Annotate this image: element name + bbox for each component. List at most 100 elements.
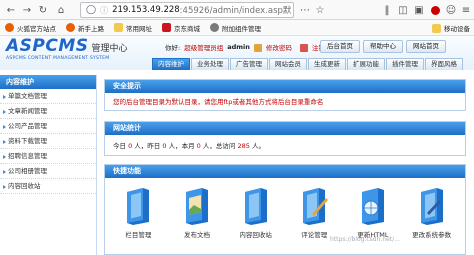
- sidebar-item-products[interactable]: 公司产品管理: [0, 119, 96, 134]
- page-actions-icon[interactable]: ⋯: [298, 3, 312, 17]
- extension-icon[interactable]: ▣: [412, 3, 426, 17]
- reload-icon[interactable]: ↻: [36, 3, 50, 17]
- library-icon[interactable]: ‖: [380, 3, 394, 17]
- firefox-icon: [5, 23, 14, 32]
- folder-icon: [127, 188, 150, 225]
- change-password-link[interactable]: 修改密码: [253, 42, 296, 52]
- security-title: 安全提示: [105, 80, 465, 93]
- forward-icon[interactable]: →: [20, 3, 34, 17]
- quick-panel: 快捷功能 栏目管理 发布文档 内容回收站 评论管理 更新HTML 更改系统参数: [104, 164, 466, 255]
- info-icon[interactable]: ⓘ: [100, 5, 108, 16]
- quick-label: 内容回收站: [239, 231, 272, 239]
- home-icon[interactable]: ⌂: [54, 3, 68, 17]
- tab-content[interactable]: 内容维护: [152, 58, 190, 70]
- stats-total: 285: [237, 142, 250, 150]
- folder-icon: [432, 23, 441, 33]
- address-bar[interactable]: ◯ ⓘ 219.153.49.228:45926/admin/index.asp…: [80, 2, 294, 18]
- folder-icon: [244, 188, 267, 225]
- logo-text: ASPCMS: [6, 36, 89, 56]
- sidebar-item-single-page[interactable]: 单篇文档管理: [0, 89, 96, 104]
- account-icon[interactable]: ☺: [444, 3, 458, 17]
- stats-total-label: 人，总访问: [202, 142, 236, 150]
- stats-yesterday-label: 人，昨日: [134, 142, 161, 150]
- logo: ASPCMS 管理中心: [6, 38, 128, 55]
- user-bar: 你好: 超级管理员组 admin 修改密码 注销登录: [165, 42, 346, 52]
- stats-today: 0: [128, 142, 133, 150]
- sidebar-item-jobs[interactable]: 招聘信息管理: [0, 149, 96, 164]
- watermark: https://blog.csdn.net/...: [330, 236, 400, 243]
- help-center-button[interactable]: 帮助中心: [363, 40, 403, 53]
- sidebar-item-albums[interactable]: 公司相册管理: [0, 164, 96, 179]
- quick-item-recycle[interactable]: 内容回收站: [230, 186, 282, 239]
- sidebar-item-articles[interactable]: 文章新闻管理: [0, 104, 96, 119]
- quick-item-columns[interactable]: 栏目管理: [112, 186, 164, 239]
- sidebar-item-recycle[interactable]: 内容回收站: [0, 179, 96, 194]
- quick-label: 更改系统参数: [412, 231, 452, 239]
- bookmark-label: 常用网址: [126, 24, 152, 33]
- logout-icon: [299, 44, 308, 52]
- addon-icon[interactable]: [428, 3, 442, 17]
- quick-label: 栏目管理: [125, 231, 152, 239]
- bookmark-jd[interactable]: 京东商城: [157, 23, 205, 33]
- quick-label: 评论管理: [301, 231, 328, 239]
- tab-business[interactable]: 业务处理: [191, 58, 229, 70]
- quick-item-system-params[interactable]: 更改系统参数: [406, 186, 458, 239]
- tracking-shield-icon[interactable]: ◯: [86, 5, 96, 15]
- main-nav: 内容维护 业务处理 广告管理 网站会员 生成更新 扩展功能 插件管理 界面风格: [152, 58, 463, 70]
- tab-plugins[interactable]: 插件管理: [386, 58, 424, 70]
- tab-ads[interactable]: 广告管理: [230, 58, 268, 70]
- menu-icon[interactable]: ≡: [459, 3, 473, 17]
- admin-home-button[interactable]: 后台首页: [320, 40, 360, 53]
- mobile-bookmarks-label: 移动设备: [444, 25, 470, 33]
- bookmark-label: 附加组件管理: [222, 24, 261, 33]
- top-buttons: 后台首页 帮助中心 网站首页: [320, 40, 446, 53]
- tab-style[interactable]: 界面风格: [425, 58, 463, 70]
- back-icon[interactable]: ←: [4, 3, 18, 17]
- stats-panel: 网站统计 今日 0 人，昨日 0 人，本月 0 人，总访问 285 人。: [104, 121, 466, 156]
- bookmarks-bar: 火狐官方站点 新手上路 常用网址 京东商城 附加组件管理 移动设备: [0, 20, 474, 36]
- url-path: :45926/admin/index.asp默: [179, 6, 292, 16]
- folder-pen-icon: [303, 188, 329, 225]
- quick-title: 快捷功能: [105, 165, 465, 178]
- stats-title: 网站统计: [105, 122, 465, 135]
- sidebar: 内容维护 单篇文档管理 文章新闻管理 公司产品管理 资料下载管理 招聘信息管理 …: [0, 75, 97, 255]
- quick-item-publish[interactable]: 发布文档: [171, 186, 223, 239]
- quick-item-update-html[interactable]: 更新HTML: [347, 186, 399, 239]
- mobile-bookmarks[interactable]: 移动设备: [428, 20, 474, 35]
- folder-edit-icon: [420, 188, 443, 225]
- quick-item-comments[interactable]: 评论管理: [288, 186, 340, 239]
- logo-tagline: ASPCMS CONTENT MANAGEMENT SYSTEM: [6, 56, 110, 61]
- site-home-button[interactable]: 网站首页: [406, 40, 446, 53]
- bookmark-addons[interactable]: 附加组件管理: [205, 23, 266, 33]
- stats-text: 今日 0 人，昨日 0 人，本月 0 人，总访问 285 人。: [105, 135, 465, 155]
- stats-month-label: 人，本月: [168, 142, 195, 150]
- folder-globe-icon: [361, 188, 384, 225]
- tab-members[interactable]: 网站会员: [269, 58, 307, 70]
- bookmark-label: 火狐官方站点: [17, 24, 56, 33]
- folder-image-icon: [185, 188, 208, 225]
- bookmark-label: 新手上路: [78, 24, 104, 33]
- jd-icon: [162, 23, 171, 32]
- username: admin: [227, 43, 250, 51]
- gear-icon: [210, 23, 219, 32]
- stats-today-label: 今日: [113, 142, 126, 150]
- user-role: 超级管理员组: [184, 44, 224, 52]
- greeting: 你好:: [165, 44, 181, 52]
- stats-suffix: 人。: [251, 142, 265, 150]
- folder-icon: [114, 23, 123, 32]
- bookmark-star-icon[interactable]: ☆: [313, 3, 327, 17]
- bookmark-label: 京东商城: [174, 24, 200, 33]
- url-host: 219.153.49.228: [112, 5, 180, 15]
- sidebar-toggle-icon[interactable]: ◫: [396, 3, 410, 17]
- browser-toolbar: ← → ↻ ⌂ ◯ ⓘ 219.153.49.228:45926/admin/i…: [0, 0, 474, 20]
- security-panel: 安全提示 您的后台管理目录为默认目录，请您用ftp或者其他方式将后台目录重命名: [104, 79, 466, 111]
- tab-generate[interactable]: 生成更新: [308, 58, 346, 70]
- firefox-icon: [66, 23, 75, 32]
- bookmark-common-sites[interactable]: 常用网址: [109, 23, 157, 33]
- bookmark-firefox-sites[interactable]: 火狐官方站点: [0, 23, 61, 33]
- tab-extensions[interactable]: 扩展功能: [347, 58, 385, 70]
- sidebar-item-downloads[interactable]: 资料下载管理: [0, 134, 96, 149]
- bookmark-getting-started[interactable]: 新手上路: [61, 23, 109, 33]
- key-icon: [253, 44, 262, 52]
- stats-yesterday: 0: [162, 142, 167, 150]
